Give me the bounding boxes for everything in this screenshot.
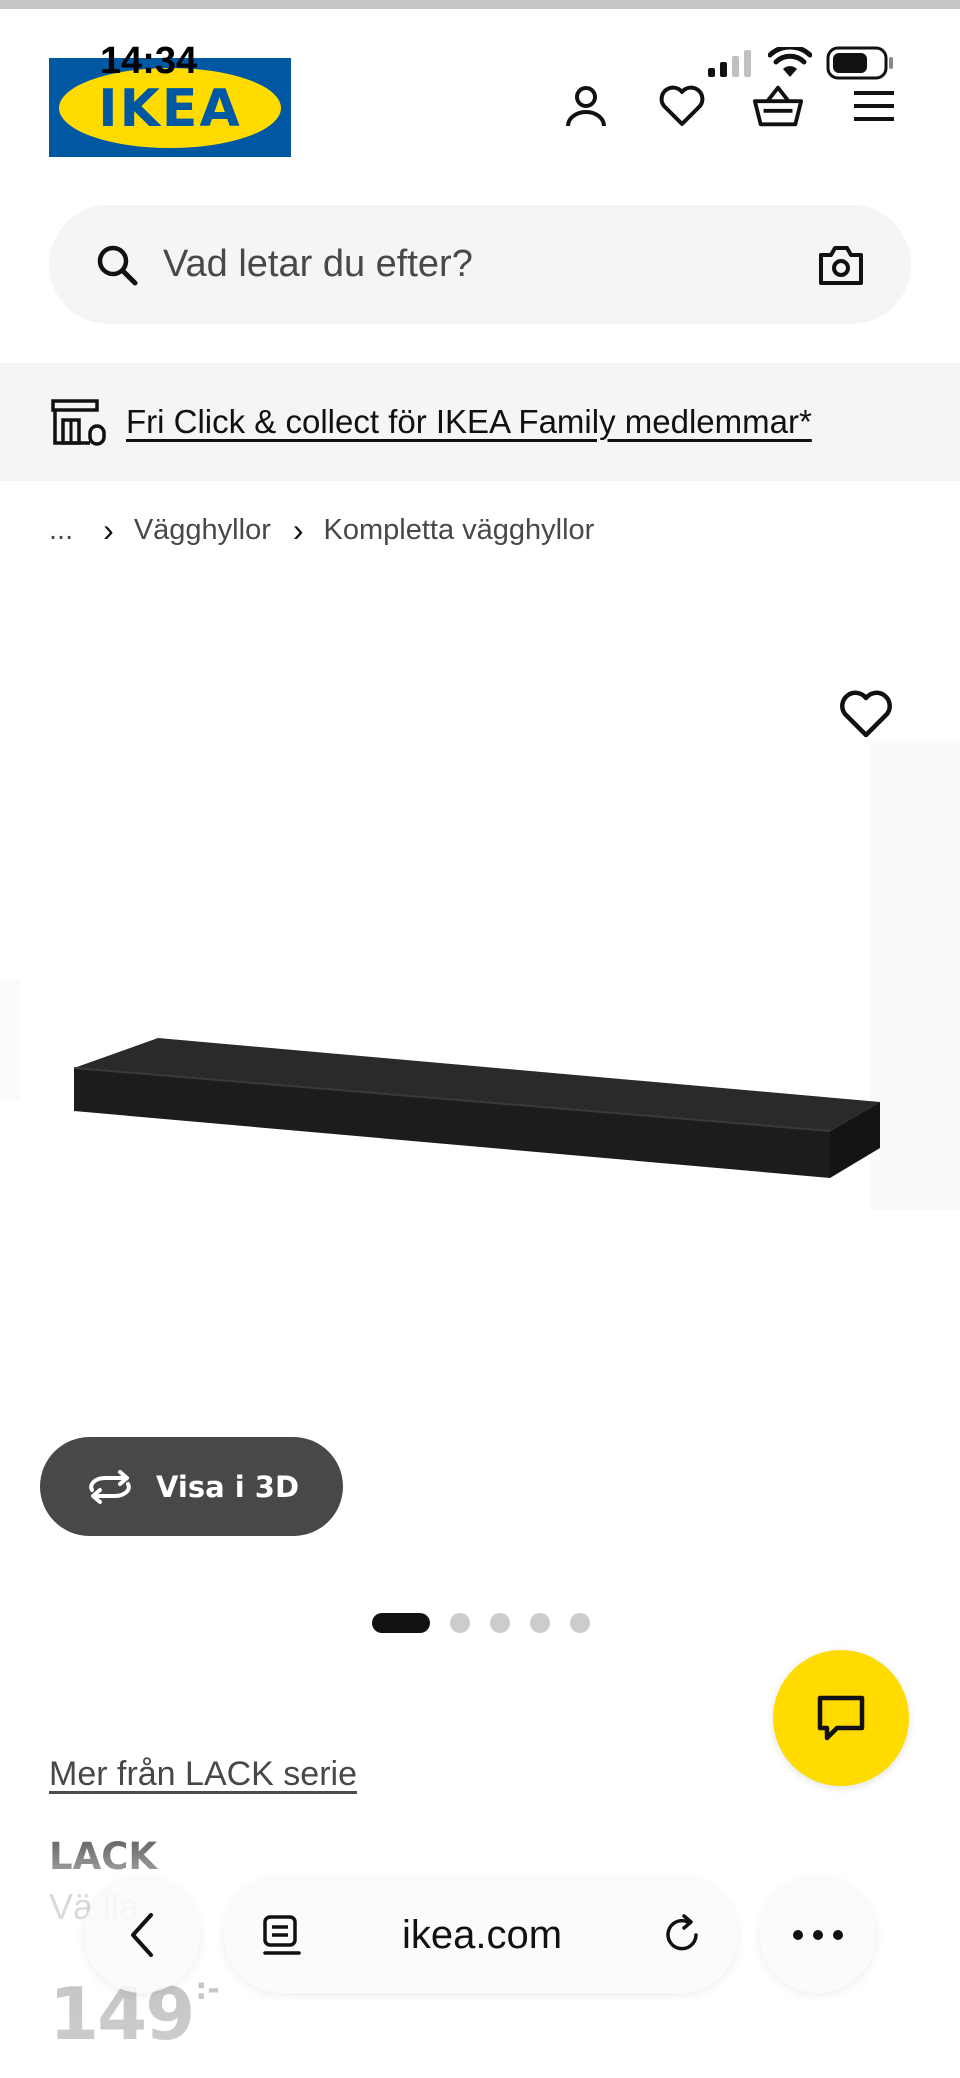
search-input[interactable] [161,233,815,296]
store-icon [51,399,106,446]
url-text: ikea.com [401,1912,563,1957]
product-name: LACK [49,1835,158,1878]
chevron-left-icon [131,1913,153,1957]
breadcrumb-ellipsis[interactable]: ... [49,514,73,547]
chevron-right-icon: › [292,512,304,548]
chat-button[interactable] [773,1650,909,1786]
search-bar[interactable] [49,205,911,324]
back-button[interactable] [84,1877,200,1993]
header-actions [560,80,900,132]
favourite-icon[interactable] [838,688,894,740]
breadcrumb-item[interactable]: Kompletta vägghyllor [324,514,595,547]
view-3d-label: Visa i 3D [155,1469,300,1504]
camera-icon[interactable] [815,239,867,291]
breadcrumb: ... › Vägghyllor › Kompletta vägghyllor [49,512,594,549]
status-time: 14:34 [100,40,198,82]
chat-icon [817,1695,865,1741]
signal-icon [708,50,751,77]
promo-link[interactable]: Fri Click & collect för IKEA Family medl… [126,403,812,441]
chevron-right-icon: › [103,512,114,548]
product-image[interactable] [0,590,960,1410]
heart-icon[interactable] [656,80,708,132]
basket-icon[interactable] [752,80,804,132]
breadcrumb-item[interactable]: Vägghyllor [134,514,271,547]
pagination-dot-active[interactable] [372,1613,430,1633]
browser-toolbar: ikea.com [84,1877,876,1995]
view-3d-button[interactable]: Visa i 3D [40,1437,343,1536]
logo-text: IKEA [98,79,241,139]
pagination-dot[interactable] [450,1613,470,1633]
series-link[interactable]: Mer från LACK serie [49,1755,357,1794]
rotate-3d-icon [89,1469,131,1504]
address-bar[interactable]: ikea.com [224,1877,738,1993]
reload-icon[interactable] [660,1913,704,1957]
pagination-dot[interactable] [570,1613,590,1633]
status-icons [706,46,896,80]
pagination-dot[interactable] [490,1613,510,1633]
more-options-button[interactable] [760,1877,876,1993]
promo-banner: Fri Click & collect för IKEA Family medl… [0,363,960,481]
battery-icon [826,46,893,80]
search-icon [97,245,138,285]
pagination-dot[interactable] [530,1613,550,1633]
tabs-icon[interactable] [260,1913,304,1957]
gallery-pagination [372,1613,590,1633]
wifi-icon [768,47,812,77]
account-icon[interactable] [560,80,612,132]
more-icon [793,1930,843,1940]
top-edge [0,0,960,9]
menu-icon[interactable] [848,80,900,132]
